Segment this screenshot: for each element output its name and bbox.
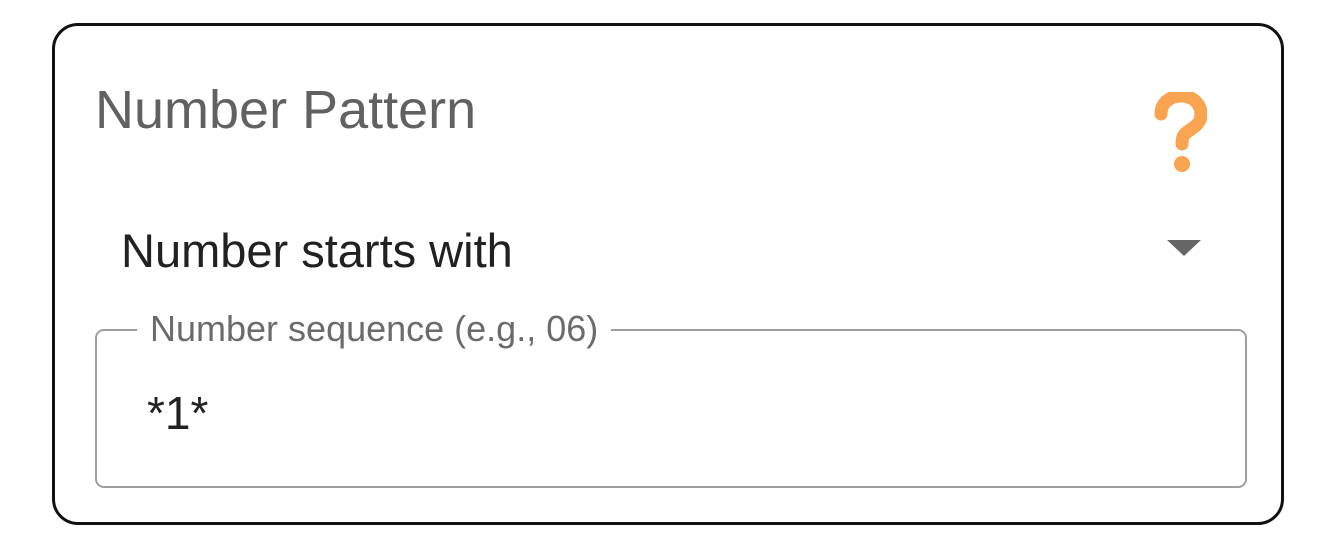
caret-down-icon	[1167, 240, 1201, 256]
card-title: Number Pattern	[95, 80, 477, 140]
question-mark-icon[interactable]	[1153, 89, 1208, 174]
pattern-type-dropdown[interactable]: Number starts with	[121, 216, 1201, 286]
number-sequence-field: Number sequence (e.g., 06)	[95, 307, 1247, 488]
number-sequence-input[interactable]	[147, 381, 1187, 445]
number-sequence-label: Number sequence (e.g., 06)	[137, 307, 612, 351]
dropdown-selected-value: Number starts with	[121, 224, 513, 277]
number-pattern-card: Number Pattern Number starts with Number…	[52, 23, 1284, 525]
